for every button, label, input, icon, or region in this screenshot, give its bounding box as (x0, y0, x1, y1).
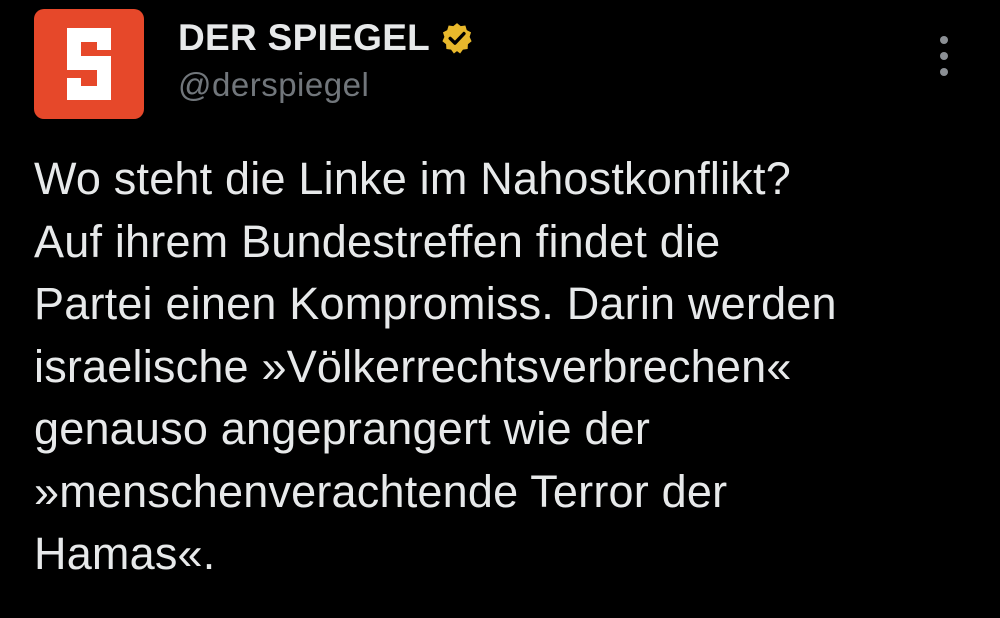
tweet-text-line: Partei einen Kompromiss. Darin werden (34, 278, 837, 329)
tweet-text-line: Hamas«. (34, 528, 216, 579)
author-display-name[interactable]: DER SPIEGEL (178, 17, 430, 59)
tweet-text-line: Auf ihrem Bundestreffen findet die (34, 215, 721, 267)
verified-badge-icon (440, 21, 474, 55)
more-options-icon[interactable] (936, 36, 952, 76)
tweet-text-line: israelische »Völkerrechtsverbrechen« (34, 340, 792, 392)
tweet-text-line: genauso angeprangert wie der (34, 403, 651, 454)
spiegel-logo-icon (67, 28, 111, 100)
avatar[interactable] (34, 9, 144, 119)
tweet-card: DER SPIEGEL @derspiegel Wo steht die Lin… (0, 0, 1000, 618)
tweet-text: Wo steht die Linke im Nahostkonflikt? Au… (34, 148, 974, 586)
tweet-text-line: »menschenverachtende Terror der (34, 465, 728, 517)
author-handle[interactable]: @derspiegel (178, 66, 474, 104)
tweet-header: DER SPIEGEL @derspiegel (178, 12, 474, 104)
name-row: DER SPIEGEL (178, 12, 474, 64)
tweet-text-line: Wo steht die Linke im Nahostkonflikt? (34, 153, 791, 204)
